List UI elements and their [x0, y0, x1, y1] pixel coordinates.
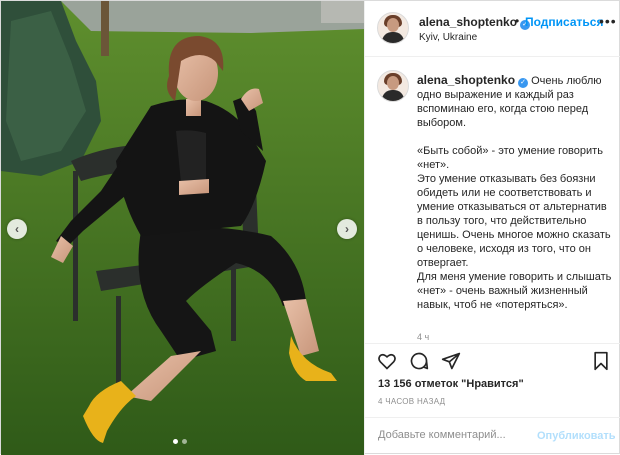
caption-paragraph-2: «Быть собой» - это умение говорить «нет»…: [417, 145, 603, 171]
carousel-dot-active: [173, 439, 178, 444]
follow-button[interactable]: Подписаться: [525, 15, 603, 29]
caption-paragraph-4: Для меня умение говорить и слышать «нет»…: [417, 271, 612, 311]
ellipsis-icon[interactable]: •••: [599, 13, 617, 29]
location-link[interactable]: Kyiv, Ukraine: [419, 32, 477, 43]
likes-count[interactable]: 13 156 отметок "Нравится": [378, 378, 524, 390]
caption-text: alena_shoptenko ✓ Очень люблю одно выраже…: [417, 73, 613, 312]
caption-username[interactable]: alena_shoptenko: [417, 73, 515, 87]
post-side-panel: alena_shoptenko ✓ • Подписаться Kyiv, Ukr…: [364, 1, 620, 455]
chevron-right-icon[interactable]: ›: [337, 219, 357, 239]
action-bar: [365, 347, 620, 375]
caption-paragraph-1: alena_shoptenko ✓ Очень люблю одно выраже…: [417, 73, 613, 130]
caption-timestamp: 4 ч: [417, 332, 430, 342]
caption-section: alena_shoptenko ✓ Очень люблю одно выраже…: [365, 58, 620, 344]
chevron-left-icon[interactable]: ‹: [7, 219, 27, 239]
avatar[interactable]: [377, 12, 409, 44]
comment-bar: Опубликовать: [365, 417, 620, 455]
username-text[interactable]: alena_shoptenko: [419, 15, 517, 29]
publish-button[interactable]: Опубликовать: [537, 430, 616, 442]
comment-input[interactable]: [378, 429, 528, 441]
caption-gap: [417, 130, 613, 144]
carousel-indicator: [173, 439, 187, 444]
post-header: alena_shoptenko ✓ • Подписаться Kyiv, Ukr…: [365, 1, 620, 57]
username-link[interactable]: alena_shoptenko ✓: [419, 15, 531, 30]
separator-dot: •: [515, 14, 520, 28]
post-photo[interactable]: ‹ ›: [1, 1, 364, 455]
carousel-dot: [182, 439, 187, 444]
caption-avatar[interactable]: [377, 70, 409, 102]
comment-icon[interactable]: [409, 351, 429, 371]
verified-badge-icon: ✓: [518, 78, 529, 88]
bookmark-icon[interactable]: [591, 351, 611, 371]
photo-illustration: [1, 1, 364, 455]
heart-icon[interactable]: [377, 351, 397, 371]
instagram-post: ‹ › alena_shoptenko ✓ • Подписаться Kyiv,…: [0, 0, 620, 455]
caption-paragraph-3: Это умение отказывать без боязни обидеть…: [417, 173, 611, 269]
paper-plane-icon[interactable]: [441, 351, 461, 371]
post-timestamp[interactable]: 4 ЧАСОВ НАЗАД: [378, 397, 445, 406]
